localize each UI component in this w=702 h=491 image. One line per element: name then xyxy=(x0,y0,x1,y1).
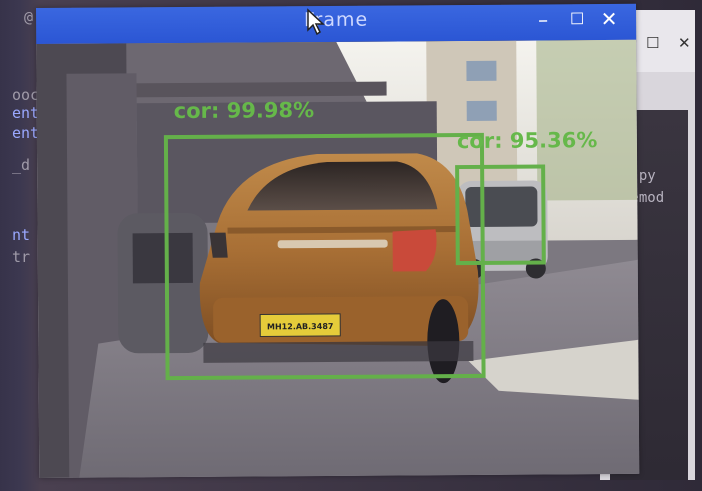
title-bar[interactable]: Frame – ☐ ✕ xyxy=(36,3,637,44)
detection-box xyxy=(163,132,486,381)
terminal-line: @ xyxy=(24,8,34,26)
terminal-line: ooc xyxy=(12,86,40,104)
minimize-icon[interactable]: – xyxy=(530,7,556,31)
tree xyxy=(536,39,638,201)
frame-window: Frame – ☐ ✕ MH12.AB.3487 cor: 99.98% cor… xyxy=(36,3,640,478)
building-window xyxy=(466,60,497,81)
terminal-line: _d xyxy=(12,156,31,174)
camera-feed: MH12.AB.3487 cor: 99.98% cor: 95.36% xyxy=(36,39,640,478)
detection-label: cor: 95.36% xyxy=(456,128,598,154)
building-window xyxy=(466,100,497,121)
detection-box xyxy=(455,164,546,266)
detection-label: cor: 99.98% xyxy=(173,98,315,124)
terminal-line: ent xyxy=(12,124,40,142)
terminal-line: tr xyxy=(12,248,31,266)
beam xyxy=(126,81,387,98)
terminal-line: ent xyxy=(12,104,40,122)
maximize-icon[interactable]: ☐ xyxy=(646,34,659,52)
maximize-icon[interactable]: ☐ xyxy=(564,9,590,28)
mouse-cursor-icon xyxy=(307,8,325,36)
close-icon[interactable]: ✕ xyxy=(596,7,622,31)
terminal-line: nt xyxy=(12,226,31,244)
close-icon[interactable]: ✕ xyxy=(678,34,691,52)
